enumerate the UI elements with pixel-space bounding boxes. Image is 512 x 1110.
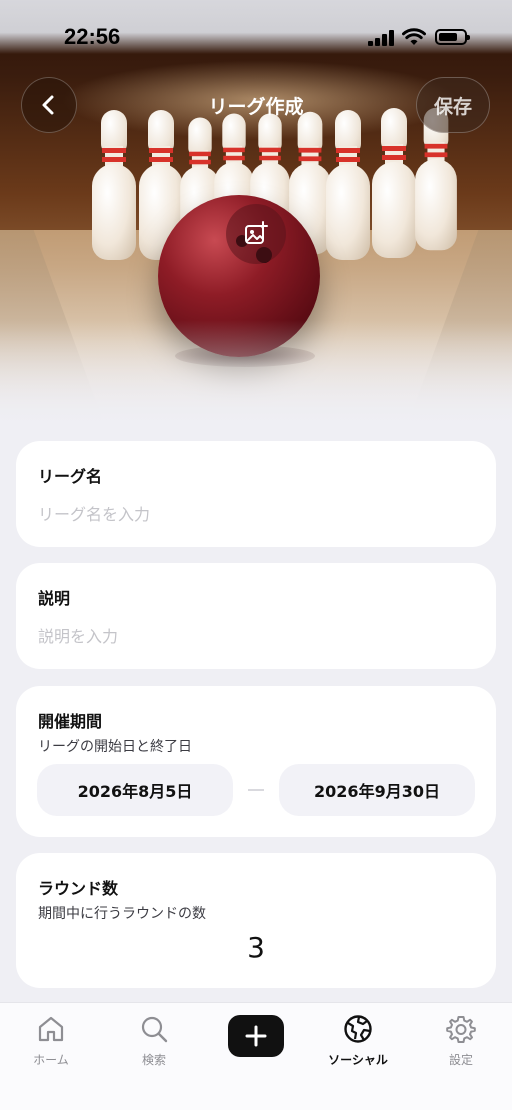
globe-icon bbox=[344, 1015, 372, 1043]
home-icon bbox=[38, 1016, 64, 1042]
battery-icon bbox=[435, 29, 470, 45]
league-name-input[interactable]: リーグ名を入力 bbox=[38, 501, 474, 525]
add-button[interactable] bbox=[228, 1015, 284, 1057]
rounds-description: 期間中に行うラウンドの数 bbox=[38, 906, 206, 922]
rounds-card: ラウンド数 期間中に行うラウンドの数 3 bbox=[16, 853, 496, 988]
rounds-value[interactable]: 3 bbox=[16, 931, 496, 964]
plus-icon bbox=[245, 1025, 267, 1047]
start-date-button[interactable]: 2026年8月5日 bbox=[37, 764, 233, 816]
period-description: リーグの開始日と終了日 bbox=[38, 739, 192, 755]
description-label: 説明 bbox=[38, 589, 71, 608]
status-bar: 22:56 bbox=[0, 0, 512, 54]
image-fade bbox=[0, 320, 512, 430]
end-date-button[interactable]: 2026年9月30日 bbox=[279, 764, 475, 816]
save-button[interactable]: 保存 bbox=[416, 77, 490, 133]
image-add-icon bbox=[245, 221, 268, 244]
tab-bar: ホーム 検索 ソーシャル 設定 bbox=[0, 1002, 512, 1110]
back-button[interactable] bbox=[21, 77, 77, 133]
gear-icon bbox=[446, 1016, 476, 1043]
tab-social-label: ソーシャル bbox=[328, 1053, 388, 1067]
bowling-pin bbox=[372, 108, 416, 258]
tab-settings[interactable]: 設定 bbox=[416, 1013, 506, 1073]
period-card: 開催期間 リーグの開始日と終了日 2026年8月5日 2026年9月30日 bbox=[16, 686, 496, 837]
cellular-signal-icon bbox=[368, 30, 396, 46]
period-label: 開催期間 bbox=[38, 712, 103, 731]
tab-search-label: 検索 bbox=[141, 1053, 166, 1067]
description-card: 説明 説明を入力 bbox=[16, 563, 496, 669]
league-name-card: リーグ名 リーグ名を入力 bbox=[16, 441, 496, 547]
tab-settings-label: 設定 bbox=[448, 1053, 473, 1067]
page-title: リーグ作成 bbox=[208, 96, 304, 118]
wifi-icon bbox=[402, 28, 426, 45]
tab-home[interactable]: ホーム bbox=[6, 1013, 96, 1073]
bowling-pin bbox=[92, 110, 136, 260]
change-image-button[interactable] bbox=[226, 204, 286, 264]
tab-search[interactable]: 検索 bbox=[109, 1013, 199, 1073]
rounds-label: ラウンド数 bbox=[38, 879, 119, 898]
league-name-label: リーグ名 bbox=[38, 467, 103, 486]
search-icon bbox=[141, 1016, 168, 1043]
description-input[interactable]: 説明を入力 bbox=[38, 623, 474, 647]
tab-social[interactable]: ソーシャル bbox=[313, 1013, 403, 1073]
tab-home-label: ホーム bbox=[33, 1053, 69, 1067]
status-time: 22:56 bbox=[64, 24, 121, 49]
bowling-pin bbox=[326, 110, 370, 260]
date-separator bbox=[248, 789, 264, 791]
chevron-left-icon bbox=[42, 95, 54, 115]
